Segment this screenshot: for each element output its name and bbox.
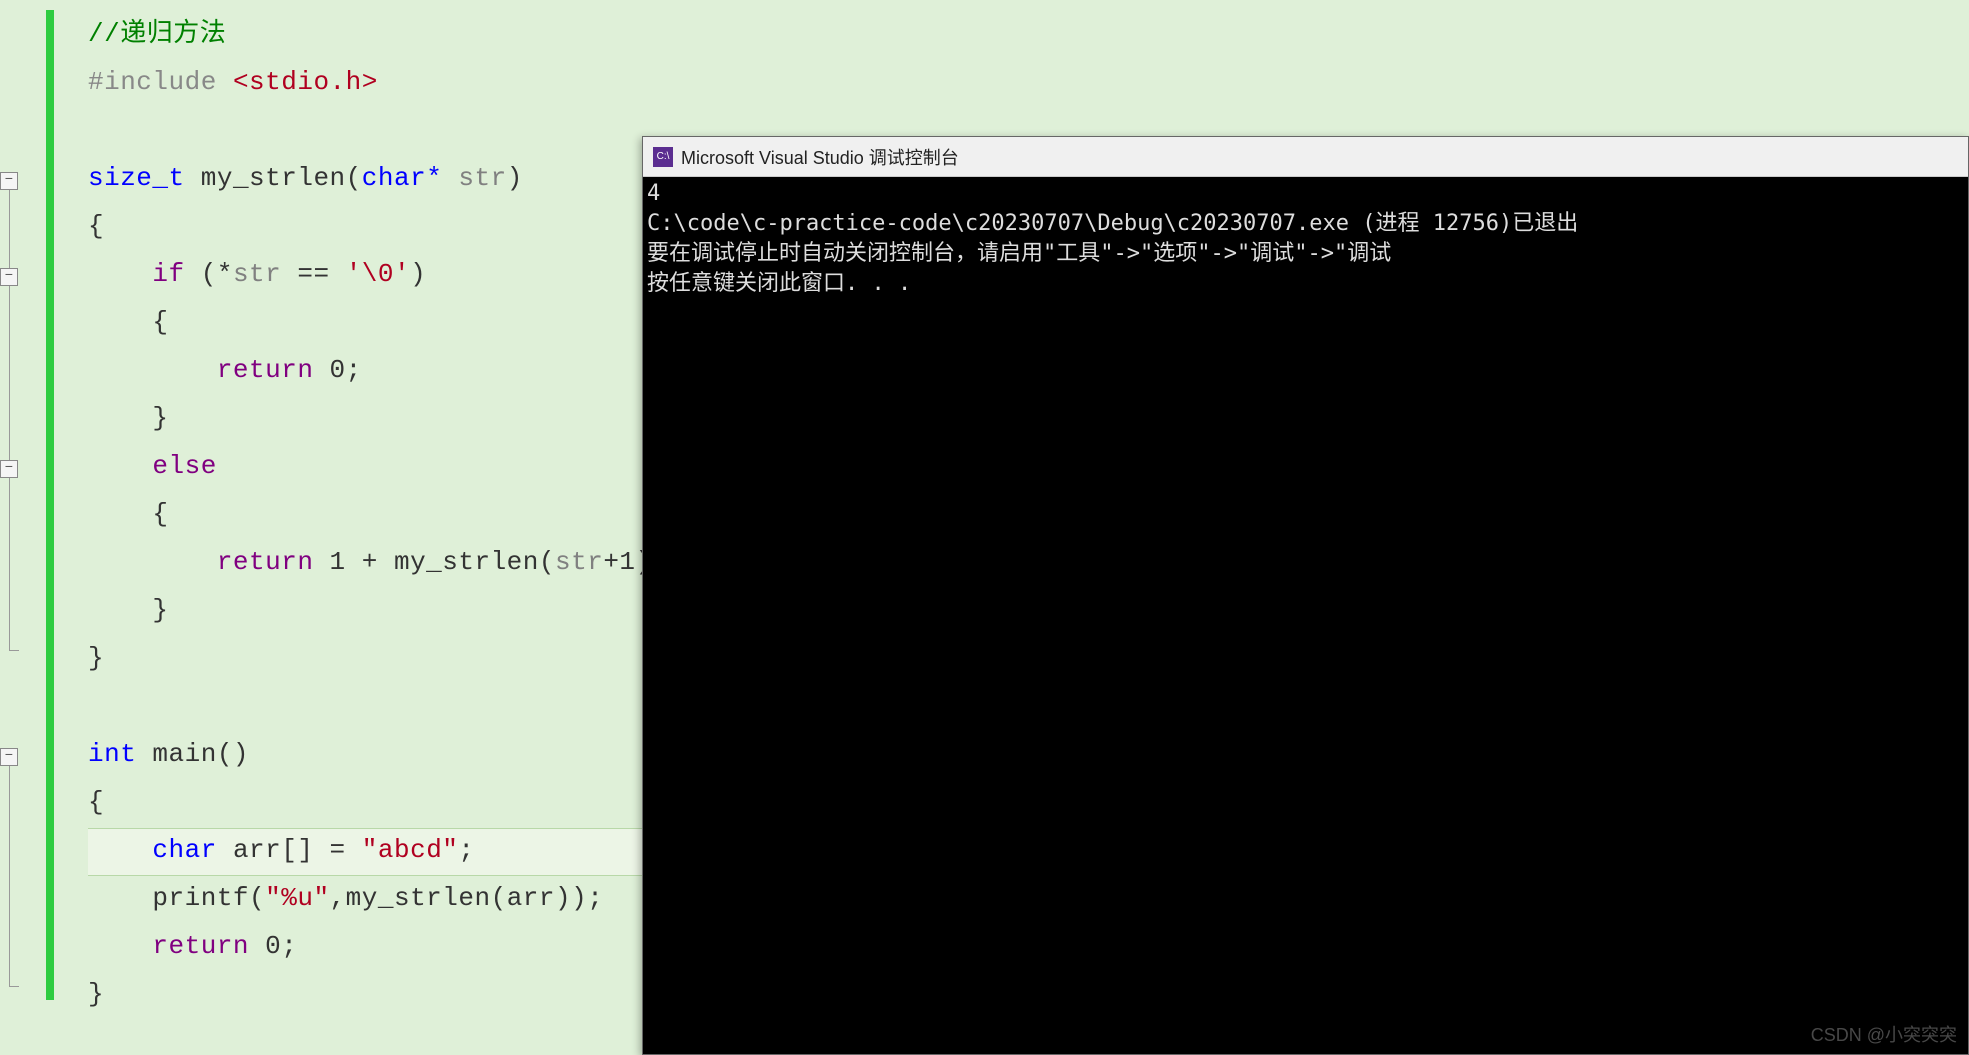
code-var: str	[233, 259, 281, 289]
code-brace: }	[152, 403, 168, 433]
watermark: CSDN @小突突突	[1811, 1021, 1957, 1047]
code-param-name: str	[458, 163, 506, 193]
code-decl: arr[] =	[217, 835, 362, 865]
code-semicolon: ;	[458, 835, 474, 865]
code-brace: {	[152, 307, 168, 337]
code-char-type: char	[152, 835, 216, 865]
code-return-keyword: return	[152, 931, 249, 961]
console-line-3: 要在调试停止时自动关闭控制台，请启用"工具"->"选项"->"调试"->"调试	[647, 241, 1391, 266]
code-main-name: main()	[136, 739, 249, 769]
code-content[interactable]: //递归方法 #include <stdio.h> size_t my_strl…	[88, 10, 668, 1018]
code-include-directive: #include	[88, 67, 233, 97]
code-printf-args: ,my_strlen(arr));	[330, 883, 604, 913]
code-punct: (*	[185, 259, 233, 289]
code-brace: {	[152, 499, 168, 529]
code-if-keyword: if	[152, 259, 184, 289]
code-brace: }	[88, 979, 104, 1009]
fold-toggle-function[interactable]: −	[0, 172, 18, 190]
code-return-keyword: return	[217, 547, 314, 577]
code-brace: }	[152, 595, 168, 625]
console-line-2: C:\code\c-practice-code\c20230707\Debug\…	[647, 211, 1578, 236]
code-return-type: size_t	[88, 163, 185, 193]
code-char-literal: '\0'	[346, 259, 410, 289]
code-format-string: "%u"	[265, 883, 329, 913]
console-output: 4 C:\code\c-practice-code\c20230707\Debu…	[643, 177, 1968, 301]
code-brace: }	[88, 643, 104, 673]
code-number: 0;	[249, 931, 297, 961]
fold-toggle-else[interactable]: −	[0, 460, 18, 478]
fold-guide-end	[9, 650, 19, 651]
code-printf: printf(	[152, 883, 265, 913]
code-number: 0;	[313, 355, 361, 385]
code-include-file: <stdio.h>	[233, 67, 378, 97]
code-comment: //递归方法	[88, 19, 226, 49]
fold-guide-line-main	[9, 766, 10, 986]
code-string-literal: "abcd"	[362, 835, 459, 865]
console-titlebar[interactable]: C:\ Microsoft Visual Studio 调试控制台	[643, 137, 1968, 177]
code-brace: {	[88, 211, 104, 241]
code-return-keyword: return	[217, 355, 314, 385]
code-param-type: char*	[362, 163, 443, 193]
code-punct: )	[410, 259, 426, 289]
fold-guide-end-main	[9, 986, 19, 987]
code-expr: 1 + my_strlen(	[313, 547, 555, 577]
code-main-return-type: int	[88, 739, 136, 769]
code-var: str	[555, 547, 603, 577]
fold-guide-line	[9, 190, 10, 650]
console-line-4: 按任意键关闭此窗口. . .	[647, 271, 911, 296]
code-op: ==	[281, 259, 345, 289]
fold-toggle-if[interactable]: −	[0, 268, 18, 286]
change-marker-bar	[46, 10, 54, 1000]
code-else-keyword: else	[152, 451, 216, 481]
code-function-name: my_strlen	[201, 163, 346, 193]
console-title: Microsoft Visual Studio 调试控制台	[681, 144, 959, 170]
debug-console-window[interactable]: C:\ Microsoft Visual Studio 调试控制台 4 C:\c…	[642, 136, 1969, 1055]
fold-toggle-main[interactable]: −	[0, 748, 18, 766]
console-icon: C:\	[653, 147, 673, 167]
console-line-1: 4	[647, 181, 660, 206]
code-brace: {	[88, 787, 104, 817]
